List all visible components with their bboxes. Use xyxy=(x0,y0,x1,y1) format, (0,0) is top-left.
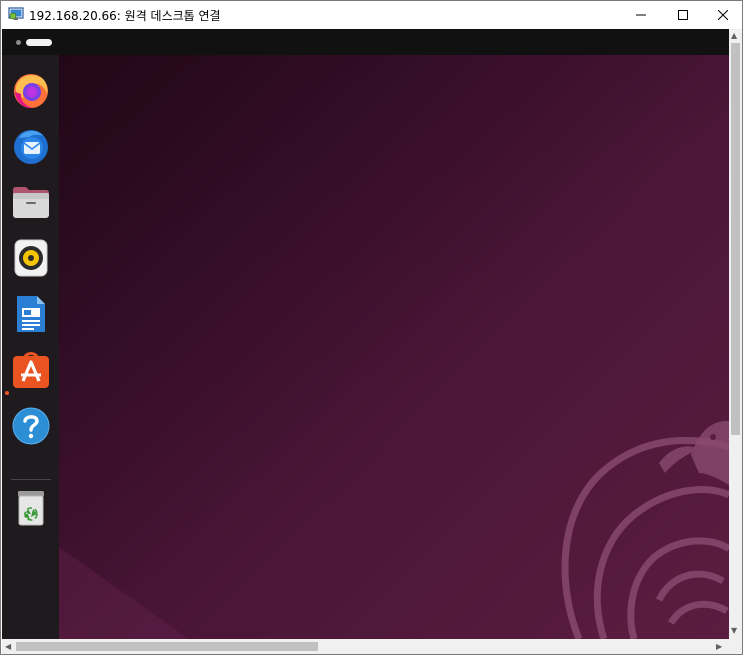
files-icon xyxy=(13,187,49,218)
ubuntu-dock xyxy=(2,55,59,639)
horizontal-scrollbar[interactable]: ◀ ▶ xyxy=(2,639,729,654)
dock-item-trash[interactable] xyxy=(10,487,52,529)
dock-separator xyxy=(11,479,51,480)
desktop-wallpaper xyxy=(59,55,729,639)
activities-workspace-indicator[interactable] xyxy=(10,33,58,51)
close-icon xyxy=(718,10,728,20)
dock-item-help[interactable] xyxy=(10,405,52,447)
thunderbird-icon xyxy=(14,130,48,164)
software-icon xyxy=(13,352,49,388)
remote-session-area[interactable] xyxy=(2,29,729,639)
dock-item-libreoffice-writer[interactable] xyxy=(10,293,52,335)
active-workspace-pill xyxy=(26,39,52,46)
remote-desktop-window: 192.168.20.66: 원격 데스크톱 연결 ▲ ▼ ◀ ▶ xyxy=(0,0,743,655)
maximize-icon xyxy=(678,10,688,20)
window-title: 192.168.20.66: 원격 데스크톱 연결 xyxy=(29,9,221,23)
ubuntu-top-bar xyxy=(2,29,729,55)
help-icon xyxy=(12,407,50,445)
scroll-left-icon[interactable]: ◀ xyxy=(5,642,11,652)
horizontal-scroll-thumb[interactable] xyxy=(16,642,318,651)
dock-item-firefox[interactable] xyxy=(10,69,52,111)
rhythmbox-icon xyxy=(14,239,48,277)
scrollbar-corner xyxy=(729,639,742,654)
scroll-down-icon[interactable]: ▼ xyxy=(731,626,737,636)
workspace-dot xyxy=(16,40,21,45)
running-indicator xyxy=(5,391,9,395)
dock-item-files[interactable] xyxy=(10,181,52,223)
scroll-up-icon[interactable]: ▲ xyxy=(731,31,737,41)
dock-item-rhythmbox[interactable] xyxy=(10,237,52,279)
remote-desktop-icon xyxy=(8,7,24,20)
minimize-icon xyxy=(636,14,646,16)
window-titlebar[interactable]: 192.168.20.66: 원격 데스크톱 연결 xyxy=(1,1,742,29)
vertical-scroll-thumb[interactable] xyxy=(731,43,740,435)
firefox-icon xyxy=(14,74,48,109)
trash-icon xyxy=(18,491,44,526)
dock-item-ubuntu-software[interactable] xyxy=(10,349,52,391)
minimize-button[interactable] xyxy=(618,1,664,29)
dock-item-thunderbird[interactable] xyxy=(10,125,52,167)
scroll-right-icon[interactable]: ▶ xyxy=(716,642,722,652)
wallpaper-mascot xyxy=(59,55,729,639)
close-button[interactable] xyxy=(700,1,743,29)
writer-icon xyxy=(17,296,45,332)
vertical-scrollbar[interactable]: ▲ ▼ xyxy=(729,29,742,639)
